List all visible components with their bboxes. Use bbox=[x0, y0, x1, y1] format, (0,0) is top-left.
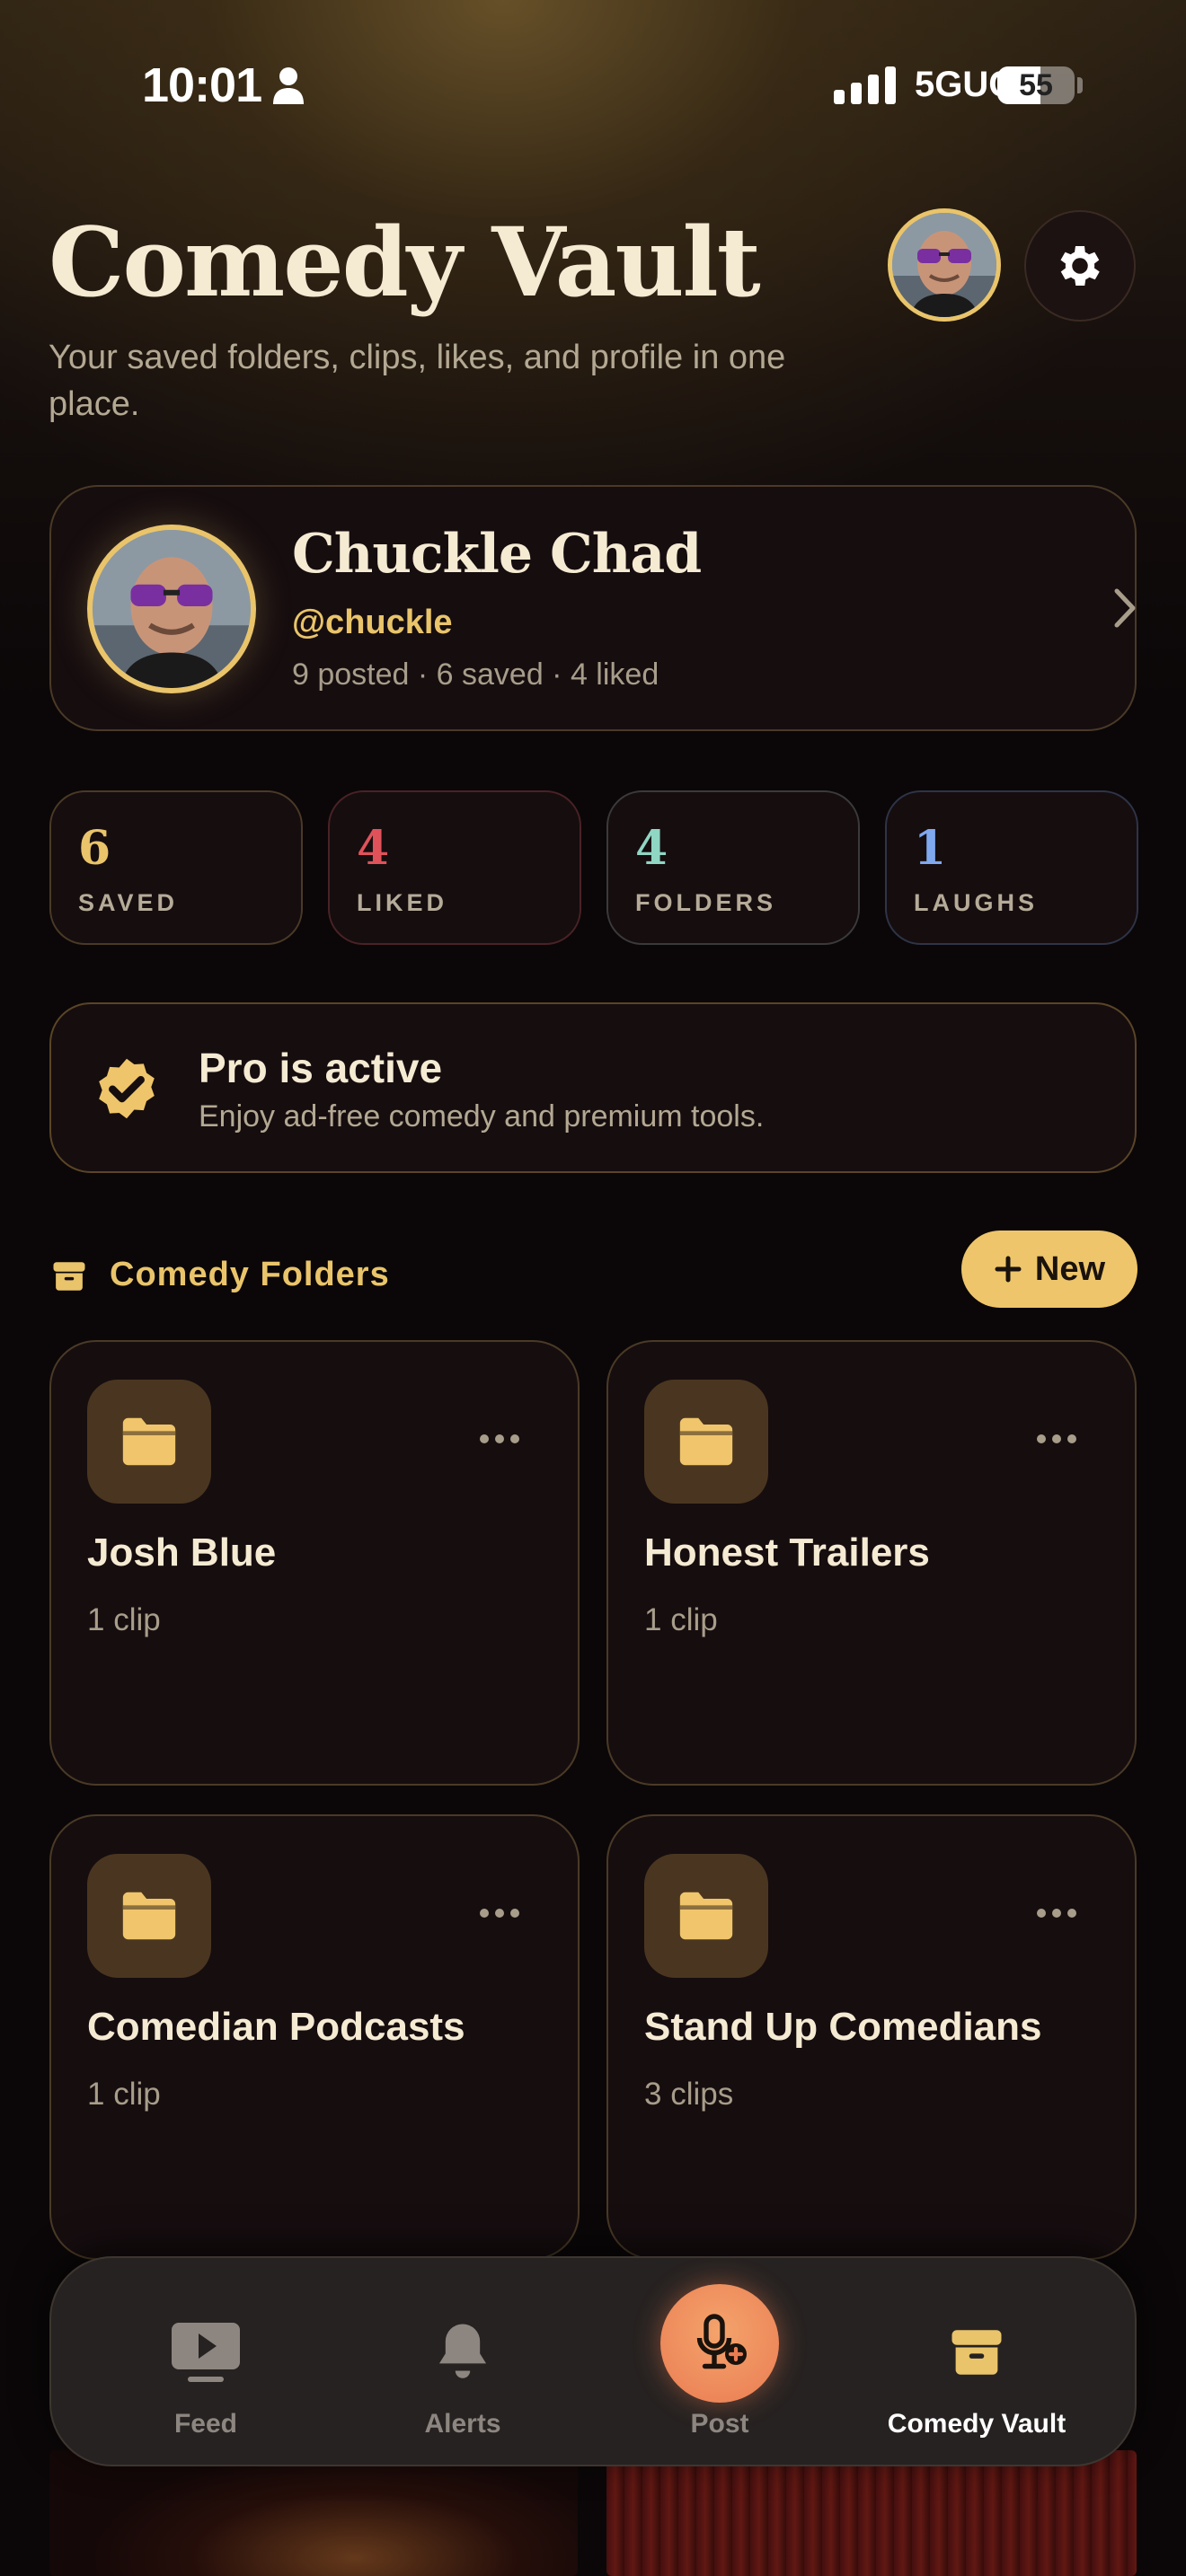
folder-card[interactable]: Josh Blue 1 clip bbox=[49, 1340, 580, 1786]
status-time: 10:01 bbox=[142, 58, 262, 112]
tab-feed[interactable]: Feed bbox=[80, 2258, 332, 2468]
avatar-photo bbox=[892, 213, 996, 317]
signal-icon bbox=[834, 66, 896, 104]
folder-count: 1 clip bbox=[87, 1602, 161, 1637]
folder-icon-box bbox=[87, 1380, 211, 1504]
header-avatar[interactable] bbox=[888, 208, 1001, 322]
new-folder-button[interactable]: New bbox=[961, 1231, 1137, 1308]
battery-nub bbox=[1077, 77, 1083, 93]
folder-count: 1 clip bbox=[644, 1602, 718, 1637]
folder-name: Stand Up Comedians bbox=[644, 2005, 1042, 2049]
folder-card[interactable]: Honest Trailers 1 clip bbox=[606, 1340, 1137, 1786]
folder-card[interactable]: Stand Up Comedians 3 clips bbox=[606, 1814, 1137, 2260]
post-button[interactable] bbox=[660, 2284, 779, 2403]
section-title: Comedy Folders bbox=[110, 1256, 390, 1293]
stat-label: SAVED bbox=[78, 889, 179, 916]
bell-icon bbox=[438, 2324, 487, 2378]
folder-icon-box bbox=[644, 1380, 768, 1504]
chevron-right-icon bbox=[1114, 588, 1136, 628]
folder-icon bbox=[122, 1892, 176, 1940]
folder-icon bbox=[122, 1417, 176, 1466]
tab-icon-wrap bbox=[80, 2312, 332, 2393]
more-options-icon[interactable] bbox=[1036, 1434, 1077, 1444]
profile-avatar bbox=[87, 525, 256, 693]
more-options-icon[interactable] bbox=[1036, 1908, 1077, 1919]
pro-subtitle: Enjoy ad-free comedy and premium tools. bbox=[199, 1099, 765, 1134]
folder-name: Josh Blue bbox=[87, 1531, 277, 1575]
folder-card[interactable]: Comedian Podcasts 1 clip bbox=[49, 1814, 580, 2260]
folder-icon bbox=[679, 1892, 733, 1940]
stat-label: FOLDERS bbox=[635, 889, 777, 916]
folder-name: Comedian Podcasts bbox=[87, 2005, 465, 2049]
plus-icon bbox=[995, 1256, 1022, 1283]
folder-icon-box bbox=[87, 1854, 211, 1978]
tab-post[interactable]: Post bbox=[594, 2258, 845, 2468]
stat-liked[interactable]: 4 LIKED bbox=[328, 790, 581, 945]
profile-handle: @chuckle bbox=[292, 604, 453, 641]
tab-alerts[interactable]: Alerts bbox=[337, 2258, 589, 2468]
stat-value: 1 bbox=[914, 821, 947, 876]
folder-count: 1 clip bbox=[87, 2077, 161, 2112]
tab-label: Comedy Vault bbox=[887, 2409, 1067, 2439]
battery-icon: 55 bbox=[997, 66, 1075, 104]
archive-icon bbox=[53, 1262, 85, 1291]
stat-label: LIKED bbox=[357, 889, 447, 916]
archive-icon bbox=[951, 2330, 1002, 2375]
tab-icon-wrap bbox=[337, 2312, 589, 2393]
page-title: Comedy Vault bbox=[49, 206, 761, 318]
new-folder-label: New bbox=[1034, 1249, 1106, 1288]
profile-name: Chuckle Chad bbox=[292, 523, 702, 586]
tab-label: Feed bbox=[173, 2409, 238, 2439]
stat-value: 4 bbox=[357, 821, 390, 876]
tab-icon-wrap bbox=[851, 2312, 1102, 2393]
page-subtitle: Your saved folders, clips, likes, and pr… bbox=[49, 339, 786, 423]
settings-button[interactable] bbox=[1024, 210, 1136, 322]
stat-folders[interactable]: 4 FOLDERS bbox=[606, 790, 860, 945]
pro-banner[interactable]: Pro is active Enjoy ad-free comedy and p… bbox=[49, 1002, 1137, 1173]
video-thumbnail[interactable] bbox=[49, 2450, 578, 2576]
tab-comedy-vault[interactable]: Comedy Vault bbox=[851, 2258, 1102, 2468]
video-thumbnail[interactable] bbox=[606, 2450, 1137, 2576]
more-options-icon[interactable] bbox=[479, 1908, 520, 1919]
battery-level: 55 bbox=[1019, 68, 1053, 102]
folder-count: 3 clips bbox=[644, 2077, 734, 2112]
profile-photo bbox=[93, 530, 251, 688]
folder-icon-box bbox=[644, 1854, 768, 1978]
stat-laughs[interactable]: 1 LAUGHS bbox=[885, 790, 1138, 945]
tab-bar: Feed Alerts Post Comedy Vault bbox=[49, 2256, 1137, 2466]
pro-title: Pro is active bbox=[199, 1045, 443, 1091]
tab-label: Post bbox=[690, 2409, 749, 2439]
verified-badge-icon bbox=[99, 1058, 155, 1119]
stat-label: LAUGHS bbox=[914, 889, 1038, 916]
profile-stats: 9 posted · 6 saved · 4 liked bbox=[292, 657, 659, 692]
folder-name: Honest Trailers bbox=[644, 1531, 930, 1575]
folder-icon bbox=[679, 1417, 733, 1466]
profile-card[interactable]: Chuckle Chad @chuckle 9 posted · 6 saved… bbox=[49, 485, 1137, 731]
stat-value: 4 bbox=[635, 821, 668, 876]
more-options-icon[interactable] bbox=[479, 1434, 520, 1444]
tab-label: Alerts bbox=[424, 2409, 501, 2439]
mic-add-icon bbox=[696, 2314, 747, 2369]
play-icon bbox=[172, 2323, 240, 2382]
stat-value: 6 bbox=[78, 821, 111, 876]
stat-saved[interactable]: 6 SAVED bbox=[49, 790, 303, 945]
gear-icon bbox=[1060, 246, 1100, 286]
tab-icon-wrap bbox=[594, 2284, 845, 2403]
person-icon bbox=[273, 67, 304, 104]
